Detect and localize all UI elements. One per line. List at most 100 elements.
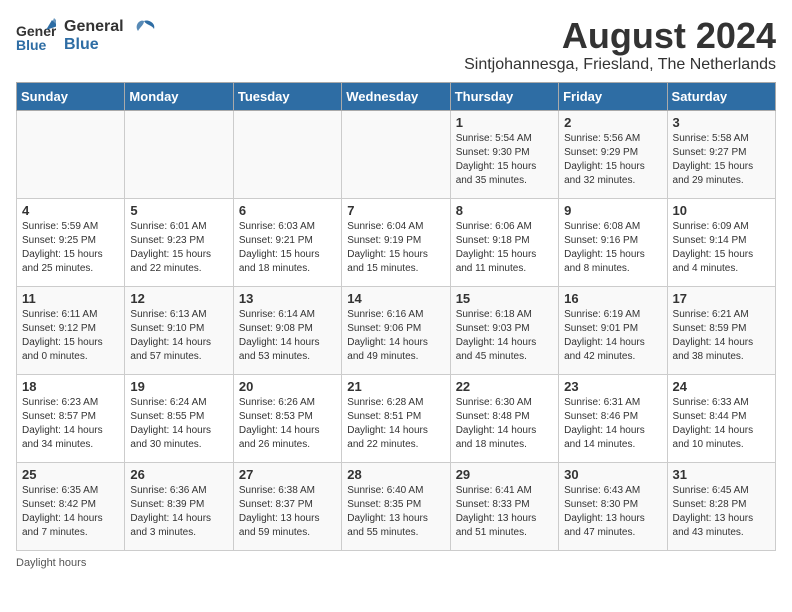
calendar-day-cell: 10 Sunrise: 6:09 AM Sunset: 9:14 PM Dayli…: [667, 198, 775, 286]
calendar-week-row: 4Sunrise: 5:59 AM Sunset: 9:25 PM Daylig…: [17, 198, 776, 286]
day-number: 12: [130, 291, 227, 306]
calendar-day-cell: 7 Sunrise: 6:04 AM Sunset: 9:19 PM Daylig…: [342, 198, 450, 286]
calendar-day-cell: 2 Sunrise: 5:56 AM Sunset: 9:29 PM Daylig…: [559, 110, 667, 198]
calendar-day-cell: 13Sunrise: 6:14 AM Sunset: 9:08 PM Dayli…: [233, 286, 341, 374]
day-content: Sunrise: 6:21 AM Sunset: 8:59 PM Dayligh…: [673, 308, 770, 364]
calendar-day-cell: 22 Sunrise: 6:30 AM Sunset: 8:48 PM Dayli…: [450, 374, 558, 462]
calendar-day-cell: 17 Sunrise: 6:21 AM Sunset: 8:59 PM Dayli…: [667, 286, 775, 374]
day-content: Sunrise: 6:08 AM Sunset: 9:16 PM Dayligh…: [564, 220, 661, 276]
day-number: 15: [456, 291, 553, 306]
calendar-day-cell: 31 Sunrise: 6:45 AM Sunset: 8:28 PM Dayli…: [667, 462, 775, 550]
day-content: Sunrise: 6:23 AM Sunset: 8:57 PM Dayligh…: [22, 396, 119, 452]
day-content: Sunrise: 6:35 AM Sunset: 8:42 PM Dayligh…: [22, 484, 119, 540]
day-content: Sunrise: 6:45 AM Sunset: 8:28 PM Dayligh…: [673, 484, 770, 540]
day-number: 23: [564, 379, 661, 394]
day-number: 19: [130, 379, 227, 394]
day-number: 22: [456, 379, 553, 394]
calendar-day-cell: 15Sunrise: 6:18 AM Sunset: 9:03 PM Dayli…: [450, 286, 558, 374]
day-number: 7: [347, 203, 444, 218]
svg-text:Blue: Blue: [16, 37, 47, 53]
day-number: 25: [22, 467, 119, 482]
logo-bird-icon: [130, 17, 158, 45]
calendar-day-cell: 16 Sunrise: 6:19 AM Sunset: 9:01 PM Dayli…: [559, 286, 667, 374]
calendar-day-cell: 18 Sunrise: 6:23 AM Sunset: 8:57 PM Dayli…: [17, 374, 125, 462]
calendar-day-cell: 1 Sunrise: 5:54 AM Sunset: 9:30 PM Daylig…: [450, 110, 558, 198]
day-content: Sunrise: 6:11 AM Sunset: 9:12 PM Dayligh…: [22, 308, 119, 364]
day-content: Sunrise: 5:58 AM Sunset: 9:27 PM Dayligh…: [673, 132, 770, 188]
calendar-day-cell: 28Sunrise: 6:40 AM Sunset: 8:35 PM Dayli…: [342, 462, 450, 550]
day-number: 9: [564, 203, 661, 218]
day-content: Sunrise: 6:14 AM Sunset: 9:08 PM Dayligh…: [239, 308, 336, 364]
day-content: Sunrise: 6:36 AM Sunset: 8:39 PM Dayligh…: [130, 484, 227, 540]
calendar-day-cell: 6 Sunrise: 6:03 AM Sunset: 9:21 PM Daylig…: [233, 198, 341, 286]
day-content: Sunrise: 6:26 AM Sunset: 8:53 PM Dayligh…: [239, 396, 336, 452]
calendar-day-cell: 14Sunrise: 6:16 AM Sunset: 9:06 PM Dayli…: [342, 286, 450, 374]
logo-blue-text: Blue: [64, 36, 124, 54]
day-content: Sunrise: 6:09 AM Sunset: 9:14 PM Dayligh…: [673, 220, 770, 276]
day-number: 1: [456, 115, 553, 130]
day-number: 29: [456, 467, 553, 482]
calendar-day-cell: 5Sunrise: 6:01 AM Sunset: 9:23 PM Daylig…: [125, 198, 233, 286]
day-number: 26: [130, 467, 227, 482]
day-number: 27: [239, 467, 336, 482]
calendar-day-cell: 11 Sunrise: 6:11 AM Sunset: 9:12 PM Dayli…: [17, 286, 125, 374]
logo-general-text: General: [64, 18, 124, 36]
day-number: 16: [564, 291, 661, 306]
day-number: 21: [347, 379, 444, 394]
day-content: Sunrise: 6:04 AM Sunset: 9:19 PM Dayligh…: [347, 220, 444, 276]
day-content: Sunrise: 6:13 AM Sunset: 9:10 PM Dayligh…: [130, 308, 227, 364]
day-of-week-header: Sunday: [17, 82, 125, 110]
calendar-week-row: 25 Sunrise: 6:35 AM Sunset: 8:42 PM Dayli…: [17, 462, 776, 550]
day-of-week-header: Saturday: [667, 82, 775, 110]
day-content: Sunrise: 5:59 AM Sunset: 9:25 PM Dayligh…: [22, 220, 119, 276]
day-content: Sunrise: 6:01 AM Sunset: 9:23 PM Dayligh…: [130, 220, 227, 276]
day-content: Sunrise: 6:28 AM Sunset: 8:51 PM Dayligh…: [347, 396, 444, 452]
footer-note: Daylight hours: [16, 557, 776, 569]
day-content: Sunrise: 6:30 AM Sunset: 8:48 PM Dayligh…: [456, 396, 553, 452]
calendar-header-row: SundayMondayTuesdayWednesdayThursdayFrid…: [17, 82, 776, 110]
day-content: Sunrise: 6:24 AM Sunset: 8:55 PM Dayligh…: [130, 396, 227, 452]
day-number: 6: [239, 203, 336, 218]
day-number: 10: [673, 203, 770, 218]
day-content: Sunrise: 6:43 AM Sunset: 8:30 PM Dayligh…: [564, 484, 661, 540]
day-number: 17: [673, 291, 770, 306]
logo-icon: General Blue: [16, 16, 56, 56]
day-number: 8: [456, 203, 553, 218]
day-content: Sunrise: 6:38 AM Sunset: 8:37 PM Dayligh…: [239, 484, 336, 540]
page-header: General Blue General Blue August 2024 Si…: [16, 16, 776, 74]
calendar-day-cell: 4Sunrise: 5:59 AM Sunset: 9:25 PM Daylig…: [17, 198, 125, 286]
calendar-day-cell: [233, 110, 341, 198]
calendar-day-cell: 24Sunrise: 6:33 AM Sunset: 8:44 PM Dayli…: [667, 374, 775, 462]
day-content: Sunrise: 6:16 AM Sunset: 9:06 PM Dayligh…: [347, 308, 444, 364]
calendar-week-row: 1 Sunrise: 5:54 AM Sunset: 9:30 PM Daylig…: [17, 110, 776, 198]
day-content: Sunrise: 5:56 AM Sunset: 9:29 PM Dayligh…: [564, 132, 661, 188]
calendar-week-row: 18 Sunrise: 6:23 AM Sunset: 8:57 PM Dayli…: [17, 374, 776, 462]
day-content: Sunrise: 6:03 AM Sunset: 9:21 PM Dayligh…: [239, 220, 336, 276]
calendar-day-cell: 3Sunrise: 5:58 AM Sunset: 9:27 PM Daylig…: [667, 110, 775, 198]
day-number: 24: [673, 379, 770, 394]
calendar-day-cell: 19 Sunrise: 6:24 AM Sunset: 8:55 PM Dayli…: [125, 374, 233, 462]
day-content: Sunrise: 6:19 AM Sunset: 9:01 PM Dayligh…: [564, 308, 661, 364]
day-content: Sunrise: 5:54 AM Sunset: 9:30 PM Dayligh…: [456, 132, 553, 188]
calendar-day-cell: 23Sunrise: 6:31 AM Sunset: 8:46 PM Dayli…: [559, 374, 667, 462]
day-number: 18: [22, 379, 119, 394]
calendar-day-cell: 9 Sunrise: 6:08 AM Sunset: 9:16 PM Daylig…: [559, 198, 667, 286]
calendar-day-cell: 12 Sunrise: 6:13 AM Sunset: 9:10 PM Dayli…: [125, 286, 233, 374]
day-number: 31: [673, 467, 770, 482]
calendar-day-cell: 26 Sunrise: 6:36 AM Sunset: 8:39 PM Dayli…: [125, 462, 233, 550]
calendar-day-cell: 25 Sunrise: 6:35 AM Sunset: 8:42 PM Dayli…: [17, 462, 125, 550]
day-number: 11: [22, 291, 119, 306]
day-content: Sunrise: 6:40 AM Sunset: 8:35 PM Dayligh…: [347, 484, 444, 540]
calendar-week-row: 11 Sunrise: 6:11 AM Sunset: 9:12 PM Dayli…: [17, 286, 776, 374]
day-content: Sunrise: 6:41 AM Sunset: 8:33 PM Dayligh…: [456, 484, 553, 540]
day-number: 20: [239, 379, 336, 394]
calendar-day-cell: [125, 110, 233, 198]
calendar-day-cell: 27 Sunrise: 6:38 AM Sunset: 8:37 PM Dayli…: [233, 462, 341, 550]
title-area: August 2024 Sintjohannesga, Friesland, T…: [464, 16, 776, 74]
calendar-day-cell: 21 Sunrise: 6:28 AM Sunset: 8:51 PM Dayli…: [342, 374, 450, 462]
day-of-week-header: Thursday: [450, 82, 558, 110]
day-of-week-header: Friday: [559, 82, 667, 110]
day-number: 2: [564, 115, 661, 130]
day-number: 30: [564, 467, 661, 482]
location-subtitle: Sintjohannesga, Friesland, The Netherlan…: [464, 56, 776, 74]
